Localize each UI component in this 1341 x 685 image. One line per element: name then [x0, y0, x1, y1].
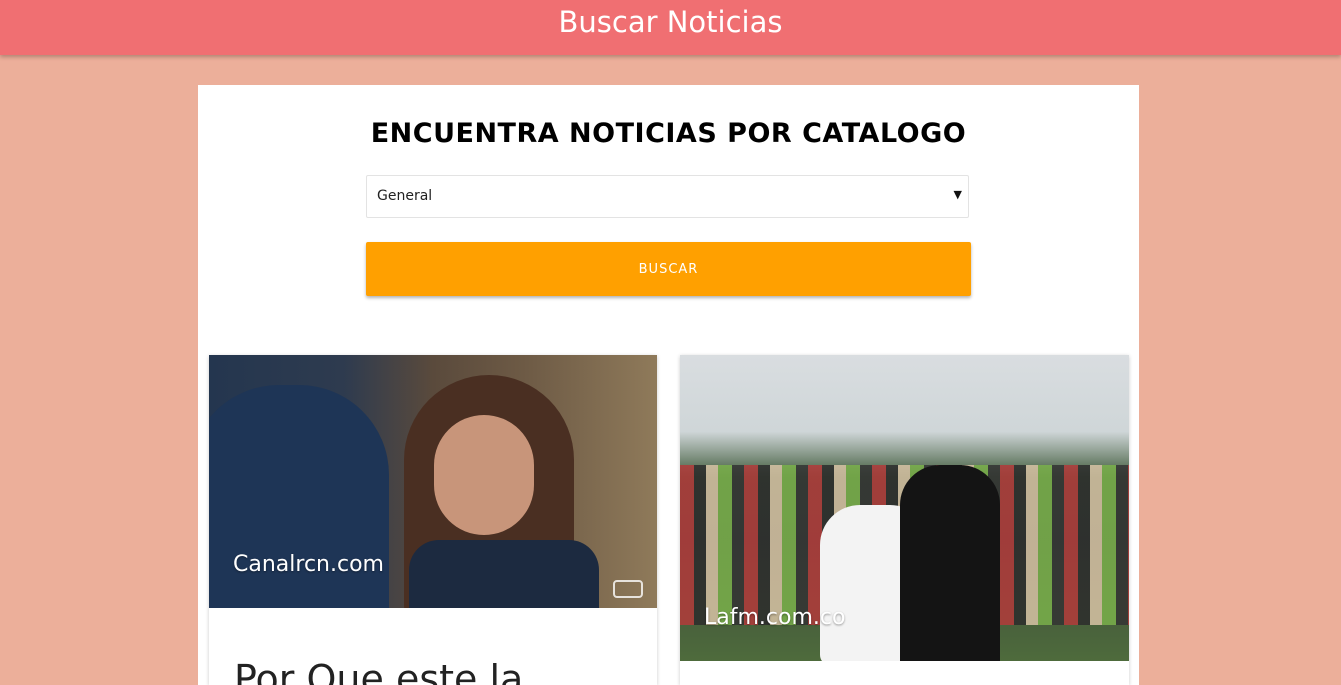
news-card-image[interactable]: Lafm.com.co [680, 355, 1129, 661]
image-figure [434, 415, 534, 535]
chevron-down-icon: ▼ [953, 188, 962, 201]
news-card[interactable]: Canalrcn.com Por Que este la [209, 355, 657, 685]
app-title: Buscar Noticias [558, 5, 783, 39]
image-figure [409, 540, 599, 608]
category-select-value: General [377, 188, 433, 204]
news-card-title[interactable]: Por Que este la [234, 657, 523, 685]
search-button[interactable]: BUSCAR [366, 242, 971, 296]
app-header: Buscar Noticias [0, 0, 1341, 55]
news-card-source: Canalrcn.com [233, 552, 384, 577]
category-select[interactable]: General ▼ [366, 175, 969, 218]
page-title: ENCUENTRA NOTICIAS POR CATALOGO [370, 118, 967, 149]
channel-logo-icon [613, 580, 643, 598]
news-card-source: Lafm.com.co [704, 605, 846, 630]
news-card[interactable]: Lafm.com.co [680, 355, 1129, 685]
news-card-image[interactable]: Canalrcn.com [209, 355, 657, 608]
image-figure [900, 465, 1000, 661]
